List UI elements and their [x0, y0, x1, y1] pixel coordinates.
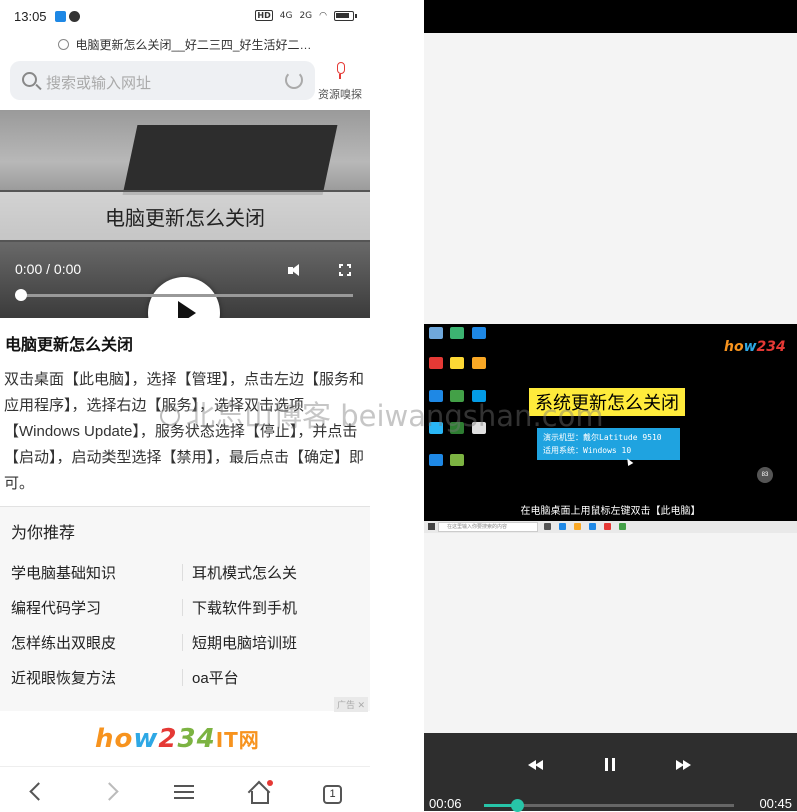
back-icon[interactable]	[29, 782, 48, 801]
notification-dot	[267, 780, 273, 786]
address-placeholder: 搜索或输入网址	[46, 75, 152, 92]
ad-tag[interactable]: 广告 ✕	[333, 697, 368, 712]
game-icon	[450, 357, 464, 369]
browser-bottom-nav: 1	[0, 766, 370, 811]
sniffer-label: 资源嗅探	[318, 89, 362, 101]
taskview-icon	[544, 523, 551, 530]
divider	[182, 669, 183, 686]
video-thumbnail-laptop	[122, 125, 338, 195]
current-time: 00:06	[429, 796, 462, 811]
microphone-sniffer-icon	[333, 62, 347, 80]
video-subtitle: 在电脑桌面上用鼠标左键双击【此电脑】	[520, 506, 701, 517]
folder-blue-icon	[429, 454, 443, 466]
divider	[182, 599, 183, 616]
folder-icon	[472, 357, 486, 369]
globe-icon	[58, 39, 70, 50]
recommend-link[interactable]: 下载软件到手机	[192, 597, 297, 618]
recycle-bin-icon	[429, 327, 443, 339]
video-player[interactable]: 电脑更新怎么关闭 0:00 / 0:00	[0, 110, 370, 318]
explorer-taskbar-icon	[574, 523, 581, 530]
taskbar-search: 在这里输入你要搜索的内容	[438, 522, 538, 532]
play-button[interactable]	[148, 277, 220, 318]
menu-icon[interactable]	[174, 785, 194, 799]
wifi-icon: ◠	[319, 10, 327, 21]
battery-icon	[334, 10, 357, 21]
wechat-icon	[450, 327, 464, 339]
signal-4g-icon: 4G	[279, 10, 293, 21]
tabs-icon[interactable]: 1	[323, 785, 342, 804]
watermark: 北忘山博客 beiwangshan.com	[160, 393, 604, 435]
app-taskbar-icon	[604, 523, 611, 530]
reload-icon[interactable]	[285, 71, 303, 89]
app-notification-icon	[55, 11, 66, 22]
rewind-icon[interactable]	[528, 760, 544, 770]
signal-2g-icon: 2G	[299, 10, 313, 21]
fullscreen-icon[interactable]	[338, 263, 352, 277]
divider	[182, 634, 183, 651]
page-title: 电脑更新怎么关闭__好二三四_好生活好二…	[75, 38, 312, 52]
logo-text: how234IT网	[95, 724, 260, 754]
video-seek-bar[interactable]	[15, 289, 353, 301]
page-title-row: 电脑更新怎么关闭__好二三四_好生活好二…	[0, 36, 370, 53]
chrome-taskbar-icon	[619, 523, 626, 530]
search-icon	[22, 72, 37, 87]
home-icon[interactable]	[248, 783, 270, 804]
security-icon	[472, 327, 486, 339]
status-bar: 13:05 HD 4G 2G ◠	[0, 0, 370, 34]
recommend-link[interactable]: 近视眼恢复方法	[11, 667, 116, 688]
seek-knob[interactable]	[15, 289, 27, 301]
fast-forward-icon[interactable]	[676, 760, 692, 770]
video-time: 0:00 / 0:00	[15, 261, 82, 277]
play-icon	[178, 301, 196, 318]
recommend-link[interactable]: 编程代码学习	[11, 597, 101, 618]
divider	[182, 564, 183, 581]
player-controls: 00:06 00:45	[424, 733, 797, 812]
app-icon	[450, 454, 464, 466]
video-overlay-title: 电脑更新怎么关闭	[105, 208, 265, 230]
recommend-title: 为你推荐	[11, 525, 76, 542]
desktop-badge: 83	[757, 467, 773, 483]
resource-sniffer-button[interactable]: 资源嗅探	[315, 62, 365, 102]
store-taskbar-icon	[589, 523, 596, 530]
top-black-bar	[424, 0, 797, 33]
recommend-link[interactable]: 耳机模式怎么关	[192, 562, 297, 583]
windows-start-icon	[428, 523, 435, 530]
pause-icon[interactable]	[605, 758, 615, 771]
recommend-section: 为你推荐 学电脑基础知识 耳机模式怎么关 编程代码学习 下载软件到手机 怎样练出…	[0, 506, 370, 712]
os-line: 适用系统：Windows 10	[543, 446, 632, 455]
forward-icon[interactable]	[100, 782, 119, 801]
weibo-icon	[429, 357, 443, 369]
status-time: 13:05	[14, 9, 47, 24]
player-seek-bar[interactable]	[484, 799, 734, 812]
recommend-link[interactable]: 短期电脑培训班	[192, 632, 297, 653]
recommend-link[interactable]: 怎样练出双眼皮	[11, 632, 116, 653]
seek-knob[interactable]	[511, 799, 525, 812]
article-title: 电脑更新怎么关闭	[5, 337, 134, 354]
recommend-link[interactable]: oa平台	[192, 667, 239, 688]
volume-icon[interactable]	[288, 264, 302, 277]
wechat-notification-icon	[69, 11, 80, 22]
address-bar[interactable]: 搜索或输入网址	[10, 61, 315, 100]
watermark-logo-icon	[160, 406, 180, 426]
windows-taskbar: 在这里输入你要搜索的内容	[424, 521, 797, 533]
desktop-logo: how234	[724, 339, 786, 355]
site-logo[interactable]: how234IT网	[0, 712, 370, 766]
total-time: 00:45	[759, 796, 792, 811]
status-indicators: HD 4G 2G ◠	[255, 10, 357, 21]
hd-icon: HD	[255, 10, 273, 21]
recommend-link[interactable]: 学电脑基础知识	[11, 562, 116, 583]
edge-taskbar-icon	[559, 523, 566, 530]
